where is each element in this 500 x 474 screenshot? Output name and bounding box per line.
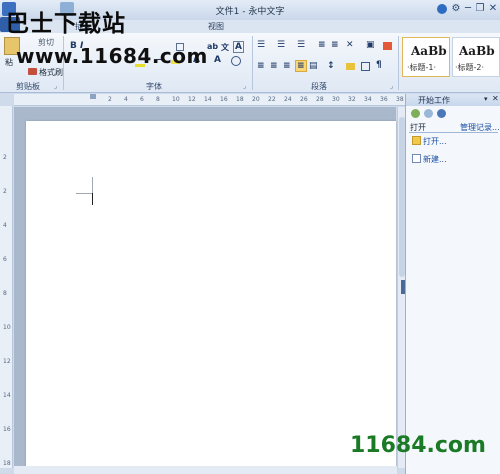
- format-painter-icon: [28, 68, 37, 75]
- pane-close-icon[interactable]: ✕: [492, 94, 499, 103]
- open-folder-icon: [412, 136, 421, 145]
- style-name: ·标题-2·: [455, 63, 485, 72]
- group-separator: [398, 36, 399, 90]
- pane-divider: [409, 132, 498, 133]
- line-spacing-icon[interactable]: ↕: [327, 61, 335, 71]
- close-button[interactable]: ✕: [486, 2, 500, 16]
- restore-button[interactable]: ❐: [473, 2, 487, 16]
- font-launcher-icon[interactable]: ⌟: [243, 82, 246, 90]
- borders-icon[interactable]: [361, 62, 370, 71]
- ruler-number: 18: [236, 96, 244, 103]
- margin-corner-mark: [76, 193, 92, 194]
- ruler-number: 6: [3, 256, 7, 263]
- font-group-label: 字体: [146, 82, 162, 91]
- tab-view[interactable]: 视图: [205, 20, 227, 33]
- group-separator: [252, 36, 253, 90]
- enclose-char-icon[interactable]: [231, 56, 241, 66]
- align-center-icon[interactable]: ≡: [270, 61, 278, 71]
- horizontal-ruler[interactable]: 2 4 6 8 10 12 14 16 18 20 22 24 26 28 30 32 34 36 38: [14, 94, 405, 106]
- app-window: 文件1 - 永中文字 ⚙ ─ ❐ ✕ 插入 视图 粘 剪切 格式刷 剪贴板 ⌟ …: [0, 0, 500, 474]
- watermark-footer: 11684.com: [350, 433, 486, 458]
- ruler-number: 2: [3, 188, 7, 195]
- bullets-icon[interactable]: ☰: [257, 40, 265, 50]
- chinese-layout-icon[interactable]: ▣: [366, 40, 375, 50]
- justify-icon[interactable]: ≡: [295, 60, 307, 72]
- format-painter-button[interactable]: 格式刷: [39, 67, 63, 78]
- help-icon[interactable]: [437, 4, 447, 14]
- open-link[interactable]: 打开...: [423, 136, 447, 147]
- sort-icon[interactable]: ✕: [346, 40, 354, 50]
- watermark-url: www.11684.com: [16, 44, 208, 68]
- show-marks-icon[interactable]: ¶: [376, 60, 382, 70]
- ruler-number: 14: [3, 392, 11, 399]
- paragraph-launcher-icon[interactable]: ⌟: [390, 82, 393, 90]
- task-pane-title: 开始工作: [418, 96, 450, 105]
- watermark-site-name: 巴士下载站: [6, 11, 126, 37]
- ruler-number: 12: [188, 96, 196, 103]
- vertical-ruler[interactable]: 2 2 4 6 8 10 12 14 16 18: [0, 106, 13, 468]
- shading-icon[interactable]: [346, 63, 355, 70]
- back-icon[interactable]: [411, 109, 420, 118]
- ruler-number: 14: [204, 96, 212, 103]
- ruler-number: 2: [3, 154, 7, 161]
- ruler-number: 32: [348, 96, 356, 103]
- document-page[interactable]: [26, 121, 396, 471]
- ruler-number: 10: [172, 96, 180, 103]
- multilevel-list-icon[interactable]: ☰: [297, 40, 305, 50]
- char-shade-icon[interactable]: A: [233, 41, 244, 53]
- task-pane: 开始工作 ▾ ✕ 打开 管理记录... 打开... 新建...: [405, 94, 500, 474]
- new-document-icon: [412, 154, 421, 163]
- ruler-number: 16: [3, 426, 11, 433]
- char-border-icon[interactable]: 文: [221, 42, 229, 53]
- ruler-number: 8: [3, 290, 7, 297]
- distribute-icon[interactable]: ▤: [309, 61, 318, 71]
- margin-corner-mark: [92, 177, 93, 193]
- forward-icon[interactable]: [424, 109, 433, 118]
- clipboard-group-label: 剪贴板: [16, 82, 40, 91]
- style-heading-1[interactable]: AaBb ·标题-1·: [402, 37, 450, 77]
- style-heading-2[interactable]: AaBb ·标题-2·: [452, 37, 500, 77]
- numbering-icon[interactable]: ☰: [277, 40, 285, 50]
- ruler-number: 16: [220, 96, 228, 103]
- ruler-number: 10: [3, 324, 11, 331]
- task-pane-header: 开始工作 ▾ ✕: [406, 94, 500, 106]
- style-name: ·标题-1·: [407, 63, 437, 72]
- increase-indent-icon[interactable]: ≡: [331, 40, 339, 50]
- ruler-number: 36: [380, 96, 388, 103]
- paste-button-label[interactable]: 粘: [5, 57, 13, 68]
- style-sample-text: AaBb: [459, 44, 495, 58]
- align-right-icon[interactable]: ≡: [283, 61, 291, 71]
- ruler-number: 28: [316, 96, 324, 103]
- ruler-number: 12: [3, 358, 11, 365]
- paragraph-settings-icon[interactable]: [383, 42, 392, 50]
- char-scale-icon[interactable]: A: [214, 55, 221, 65]
- ruler-number: 2: [108, 96, 112, 103]
- home-icon[interactable]: [437, 109, 446, 118]
- style-sample-text: AaBb: [411, 44, 447, 58]
- ruler-number: 4: [124, 96, 128, 103]
- pane-menu-icon[interactable]: ▾: [484, 95, 488, 103]
- ruler-number: 8: [156, 96, 160, 103]
- phonetic-icon[interactable]: ab: [207, 42, 218, 51]
- decrease-indent-icon[interactable]: ≡: [318, 40, 326, 50]
- ruler-number: 26: [300, 96, 308, 103]
- ruler-number: 24: [284, 96, 292, 103]
- align-left-icon[interactable]: ≡: [257, 61, 265, 71]
- horizontal-scrollbar[interactable]: [14, 466, 397, 474]
- new-link[interactable]: 新建...: [423, 154, 447, 165]
- ruler-number: 30: [332, 96, 340, 103]
- ruler-number: 38: [396, 96, 404, 103]
- ruler-number: 34: [364, 96, 372, 103]
- text-caret: [92, 193, 93, 205]
- ruler-number: 4: [3, 222, 7, 229]
- ruler-number: 6: [140, 96, 144, 103]
- paragraph-group-label: 段落: [311, 82, 327, 91]
- document-area: [14, 107, 396, 471]
- ruler-number: 20: [252, 96, 260, 103]
- clipboard-launcher-icon[interactable]: ⌟: [54, 82, 57, 90]
- ruler-number: 18: [3, 460, 11, 467]
- ruler-number: 22: [268, 96, 276, 103]
- indent-marker-icon[interactable]: [90, 94, 96, 99]
